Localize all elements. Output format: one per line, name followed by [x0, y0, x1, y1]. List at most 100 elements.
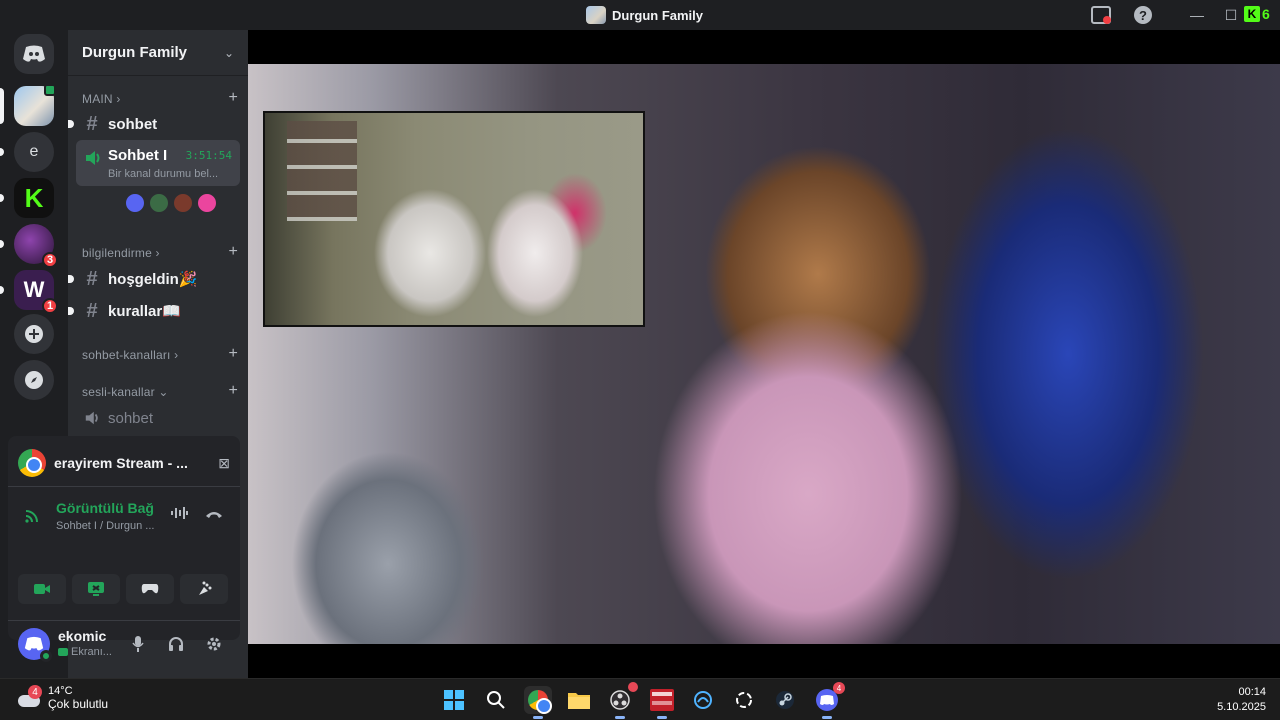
stream-row[interactable]: erayirem Stream - ... ⊠: [18, 448, 230, 478]
inbox-icon[interactable]: [1090, 5, 1112, 25]
category-label: bilgilendirme: [82, 246, 152, 260]
battle-net-icon[interactable]: [689, 686, 717, 714]
chatgpt-icon[interactable]: [730, 686, 758, 714]
voicemeeter-icon[interactable]: [648, 686, 676, 719]
start-button[interactable]: [440, 686, 468, 714]
user-status: Ekranı...: [58, 646, 112, 658]
screen-share-button[interactable]: [72, 574, 120, 604]
category-bilgilendirme[interactable]: bilgilendirme › +: [82, 244, 238, 261]
selected-server-pill: [0, 88, 4, 124]
category-sesli-kanallar[interactable]: sesli-kanallar ⌄ +: [82, 383, 238, 400]
chevron-down-icon: ⌄: [223, 45, 234, 60]
voice-connection: Görüntülü Bağl Sohbet I / Durgun ...: [20, 498, 232, 538]
channel-label: kurallar📖: [108, 303, 181, 320]
signal-icon[interactable]: [24, 508, 42, 526]
unread-pill: [0, 240, 4, 248]
temperature: 14°C: [48, 685, 73, 697]
online-status-icon: [40, 650, 52, 662]
clock-time: 00:14: [1238, 686, 1266, 698]
user-avatar[interactable]: [18, 628, 52, 662]
obs-icon[interactable]: [606, 682, 638, 719]
create-channel-icon[interactable]: +: [228, 383, 238, 399]
main-stream-video[interactable]: [248, 64, 1280, 644]
cloudy-weather-icon: 4: [16, 685, 42, 709]
microphone-icon[interactable]: [128, 634, 148, 654]
soundboard-icon: [199, 581, 212, 595]
guild-header[interactable]: Durgun Family ⌄: [68, 30, 248, 76]
disconnect-icon[interactable]: [204, 504, 224, 525]
add-server-icon[interactable]: [14, 314, 54, 354]
server-e-label: e: [29, 143, 39, 160]
camera-button[interactable]: [18, 574, 66, 604]
category-main-label: MAIN: [82, 92, 113, 106]
server-purple[interactable]: 3: [14, 224, 58, 268]
soundboard-button[interactable]: [180, 574, 228, 604]
noise-suppression-icon[interactable]: [170, 506, 188, 525]
stop-stream-icon[interactable]: ⊠: [218, 455, 230, 472]
server-vw[interactable]: W 1: [14, 270, 58, 314]
category-sohbet-kanallari[interactable]: sohbet-kanalları › +: [82, 346, 238, 363]
discord-taskbar-icon[interactable]: 4: [813, 682, 845, 719]
explore-servers-icon[interactable]: [14, 360, 54, 400]
chevron-down-icon: ⌄: [158, 385, 169, 399]
category-label: sohbet-kanalları: [82, 348, 171, 362]
chevron-right-icon: ›: [174, 348, 179, 362]
channel-hosgeldin[interactable]: # hoşgeldin🎉: [68, 265, 242, 293]
stream-title: erayirem Stream - ...: [54, 455, 188, 471]
server-durgun-family[interactable]: [14, 84, 56, 126]
chevron-right-icon: ›: [155, 246, 160, 260]
mention-badge: 1: [42, 298, 58, 314]
settings-gear-icon[interactable]: [204, 634, 224, 654]
weather-badge: 4: [28, 685, 42, 699]
channel-label: sohbet: [108, 115, 158, 133]
minimize-button[interactable]: —: [1186, 5, 1208, 25]
activities-button[interactable]: [126, 574, 174, 604]
category-main[interactable]: MAIN › +: [82, 90, 238, 107]
maximize-button[interactable]: ☐: [1220, 5, 1242, 25]
system-clock[interactable]: 00:14 5.10.2025: [1217, 685, 1266, 715]
server-thumbnail-icon: [586, 6, 606, 24]
window-title-text: Durgun Family: [612, 7, 704, 23]
bookshelf-image: [287, 121, 357, 221]
voice-panel: erayirem Stream - ... ⊠ Görüntülü Bağl S…: [8, 436, 240, 640]
help-icon[interactable]: ?: [1132, 5, 1154, 25]
unread-pill: [0, 286, 4, 294]
headphones-icon[interactable]: [166, 634, 186, 654]
gamepad-icon: [141, 584, 159, 594]
participant-avatar[interactable]: [172, 192, 194, 214]
unread-indicator: [68, 307, 74, 315]
participant-avatar[interactable]: [148, 192, 170, 214]
guild-name: Durgun Family: [82, 44, 188, 61]
channel-status-text: Bir kanal durumu bel...: [108, 168, 219, 180]
chrome-icon: [18, 449, 46, 477]
unread-indicator: [68, 120, 74, 128]
kick-notification[interactable]: K 6: [1244, 4, 1278, 24]
voice-connected-location[interactable]: Sohbet I / Durgun ...: [56, 520, 156, 532]
participant-avatar[interactable]: [124, 192, 146, 214]
participant-avatar[interactable]: [196, 192, 218, 214]
voice-timer: 3:51:54: [185, 149, 232, 162]
server-kick[interactable]: K: [14, 178, 54, 218]
create-channel-icon[interactable]: +: [228, 90, 238, 106]
create-channel-icon[interactable]: +: [228, 346, 238, 362]
create-channel-icon[interactable]: +: [228, 244, 238, 260]
chrome-taskbar-icon[interactable]: [524, 686, 552, 719]
camera-icon: [34, 584, 50, 594]
channel-sohbet[interactable]: # sohbet: [68, 110, 242, 138]
weather-widget[interactable]: 4 14°C Çok bulutlu: [16, 685, 108, 711]
voice-channel-sohbet[interactable]: sohbet: [78, 404, 242, 432]
speaker-icon: [86, 151, 100, 165]
window-title: Durgun Family: [586, 6, 703, 24]
discord-badge: 4: [833, 682, 845, 694]
unread-pill: [0, 148, 4, 156]
channel-kurallar[interactable]: # kurallar📖: [68, 297, 242, 325]
server-vw-label: W: [23, 277, 45, 302]
stream-stage[interactable]: [248, 30, 1280, 678]
discord-home-icon[interactable]: [14, 34, 54, 74]
steam-icon[interactable]: [771, 686, 799, 714]
search-icon[interactable]: [482, 686, 510, 714]
server-e[interactable]: e: [14, 132, 54, 172]
active-voice-channel[interactable]: Sohbet I 3:51:54 Bir kanal durumu bel...: [76, 140, 240, 186]
discord-logo-icon: [24, 636, 44, 651]
file-explorer-icon[interactable]: [565, 686, 593, 714]
